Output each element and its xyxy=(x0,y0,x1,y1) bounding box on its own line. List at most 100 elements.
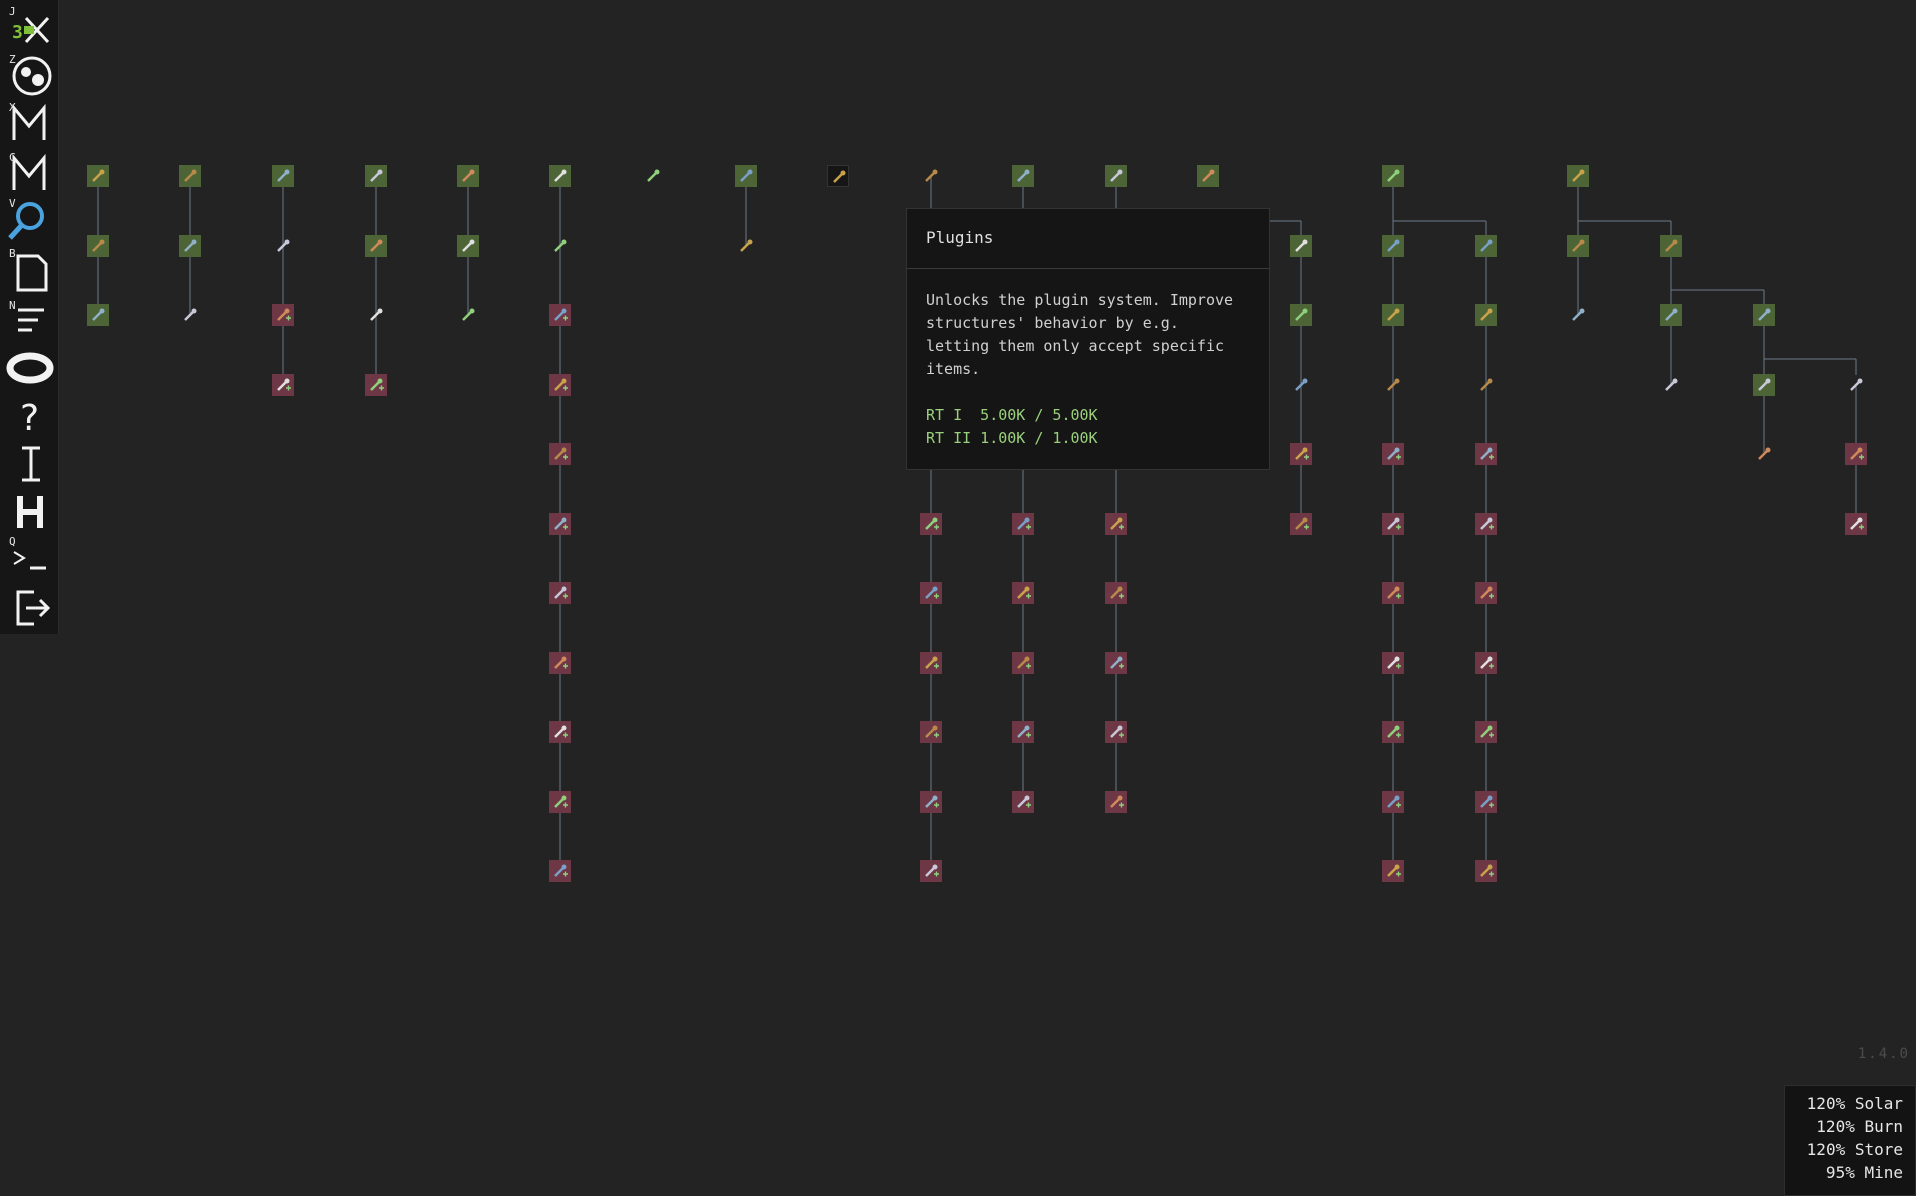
tech-node[interactable] xyxy=(1475,651,1497,674)
tech-node[interactable] xyxy=(1105,651,1127,674)
tech-node[interactable] xyxy=(1012,651,1034,674)
tech-node[interactable] xyxy=(365,165,387,187)
tech-node[interactable] xyxy=(1845,443,1867,465)
tech-node[interactable] xyxy=(1660,374,1682,396)
tech-node[interactable] xyxy=(1105,790,1127,813)
tech-node[interactable] xyxy=(1012,721,1034,743)
tech-node[interactable] xyxy=(1382,374,1404,396)
tech-node[interactable] xyxy=(827,165,849,187)
tech-node[interactable] xyxy=(1105,165,1127,187)
tech-node[interactable] xyxy=(1475,860,1497,882)
tech-node[interactable] xyxy=(272,235,294,257)
bucket-icon xyxy=(1480,725,1494,738)
tech-node[interactable] xyxy=(549,512,571,535)
tech-node[interactable] xyxy=(1382,651,1404,674)
tech-node[interactable] xyxy=(549,304,571,326)
tech-node[interactable] xyxy=(457,165,479,187)
tech-node[interactable] xyxy=(272,373,294,396)
tech-node[interactable] xyxy=(365,234,387,257)
tech-node[interactable] xyxy=(1290,304,1312,326)
tech-node[interactable] xyxy=(365,373,387,396)
tech-node[interactable] xyxy=(1012,512,1034,535)
tech-node[interactable] xyxy=(87,165,109,187)
tube-icon xyxy=(554,795,568,808)
tech-node[interactable] xyxy=(1382,512,1404,535)
fish-icon xyxy=(1850,447,1864,460)
tech-node[interactable] xyxy=(1105,512,1127,535)
tech-node[interactable] xyxy=(549,165,571,187)
tech-node[interactable] xyxy=(1660,234,1682,257)
tech-node[interactable] xyxy=(179,234,201,257)
tech-node[interactable] xyxy=(1382,304,1404,326)
tech-node[interactable] xyxy=(549,373,571,396)
tech-node[interactable] xyxy=(1753,443,1775,465)
tech-node[interactable] xyxy=(549,860,571,882)
tech-node[interactable] xyxy=(179,165,201,187)
tech-node[interactable] xyxy=(1845,512,1867,535)
tech-node[interactable] xyxy=(1290,374,1312,396)
tech-node[interactable] xyxy=(179,304,201,326)
tech-node[interactable] xyxy=(1753,304,1775,326)
tech-node[interactable] xyxy=(1382,443,1404,465)
tech-node[interactable] xyxy=(1845,374,1867,396)
tech-node[interactable] xyxy=(1382,234,1404,257)
tech-node[interactable] xyxy=(365,304,387,326)
tech-node[interactable] xyxy=(1290,443,1312,465)
tech-node[interactable] xyxy=(1567,304,1589,326)
tech-node[interactable] xyxy=(87,234,109,257)
tech-node[interactable] xyxy=(1105,582,1127,604)
tech-node[interactable] xyxy=(1012,165,1034,187)
tech-node[interactable] xyxy=(457,234,479,257)
tech-node[interactable] xyxy=(1753,373,1775,396)
tech-node[interactable] xyxy=(549,582,571,604)
leaf-icon xyxy=(1758,447,1771,460)
chest-icon xyxy=(1295,517,1309,530)
tech-node[interactable] xyxy=(1382,721,1404,743)
crate-icon xyxy=(277,169,290,182)
tech-node[interactable] xyxy=(735,165,757,187)
tech-node[interactable] xyxy=(457,304,479,326)
tech-node[interactable] xyxy=(1290,512,1312,535)
tech-node[interactable] xyxy=(920,790,942,813)
tech-node[interactable] xyxy=(920,721,942,743)
tech-node[interactable] xyxy=(1012,790,1034,813)
tech-node[interactable] xyxy=(1382,860,1404,882)
tech-node[interactable] xyxy=(1475,721,1497,743)
tech-node[interactable] xyxy=(549,443,571,465)
modifier-burn: 120% Burn xyxy=(1816,1117,1903,1136)
tech-node[interactable] xyxy=(1475,512,1497,535)
tech-node[interactable] xyxy=(1567,234,1589,257)
tech-node[interactable] xyxy=(549,651,571,674)
tech-node[interactable] xyxy=(1475,582,1497,604)
tech-node[interactable] xyxy=(1197,165,1219,187)
tech-node[interactable] xyxy=(1660,304,1682,326)
tech-node[interactable] xyxy=(1567,165,1589,187)
tech-node[interactable] xyxy=(1382,582,1404,604)
tech-node[interactable] xyxy=(1475,790,1497,813)
tech-node[interactable] xyxy=(735,235,757,257)
tech-node[interactable] xyxy=(549,235,571,257)
tech-node[interactable] xyxy=(920,860,942,882)
tech-node[interactable] xyxy=(1382,790,1404,813)
tech-node[interactable] xyxy=(87,304,109,326)
tech-node[interactable] xyxy=(920,165,942,187)
tech-node[interactable] xyxy=(1290,234,1312,257)
tech-node[interactable] xyxy=(549,721,571,743)
tech-node[interactable] xyxy=(1475,304,1497,326)
tech-node[interactable] xyxy=(1012,582,1034,604)
tech-node[interactable] xyxy=(1475,443,1497,465)
gem-icon xyxy=(1387,239,1400,252)
tech-node[interactable] xyxy=(1475,234,1497,257)
tech-node[interactable] xyxy=(1382,165,1404,187)
tech-node[interactable] xyxy=(549,790,571,813)
tech-node[interactable] xyxy=(642,165,664,187)
tech-node[interactable] xyxy=(920,582,942,604)
tech-node[interactable] xyxy=(1105,721,1127,743)
tech-node[interactable] xyxy=(920,651,942,674)
chest-icon xyxy=(1295,308,1308,321)
tech-node[interactable] xyxy=(1475,374,1497,396)
drill-icon xyxy=(370,239,383,252)
tech-node[interactable] xyxy=(272,304,294,326)
tech-node[interactable] xyxy=(272,165,294,187)
tech-node[interactable] xyxy=(920,512,942,535)
